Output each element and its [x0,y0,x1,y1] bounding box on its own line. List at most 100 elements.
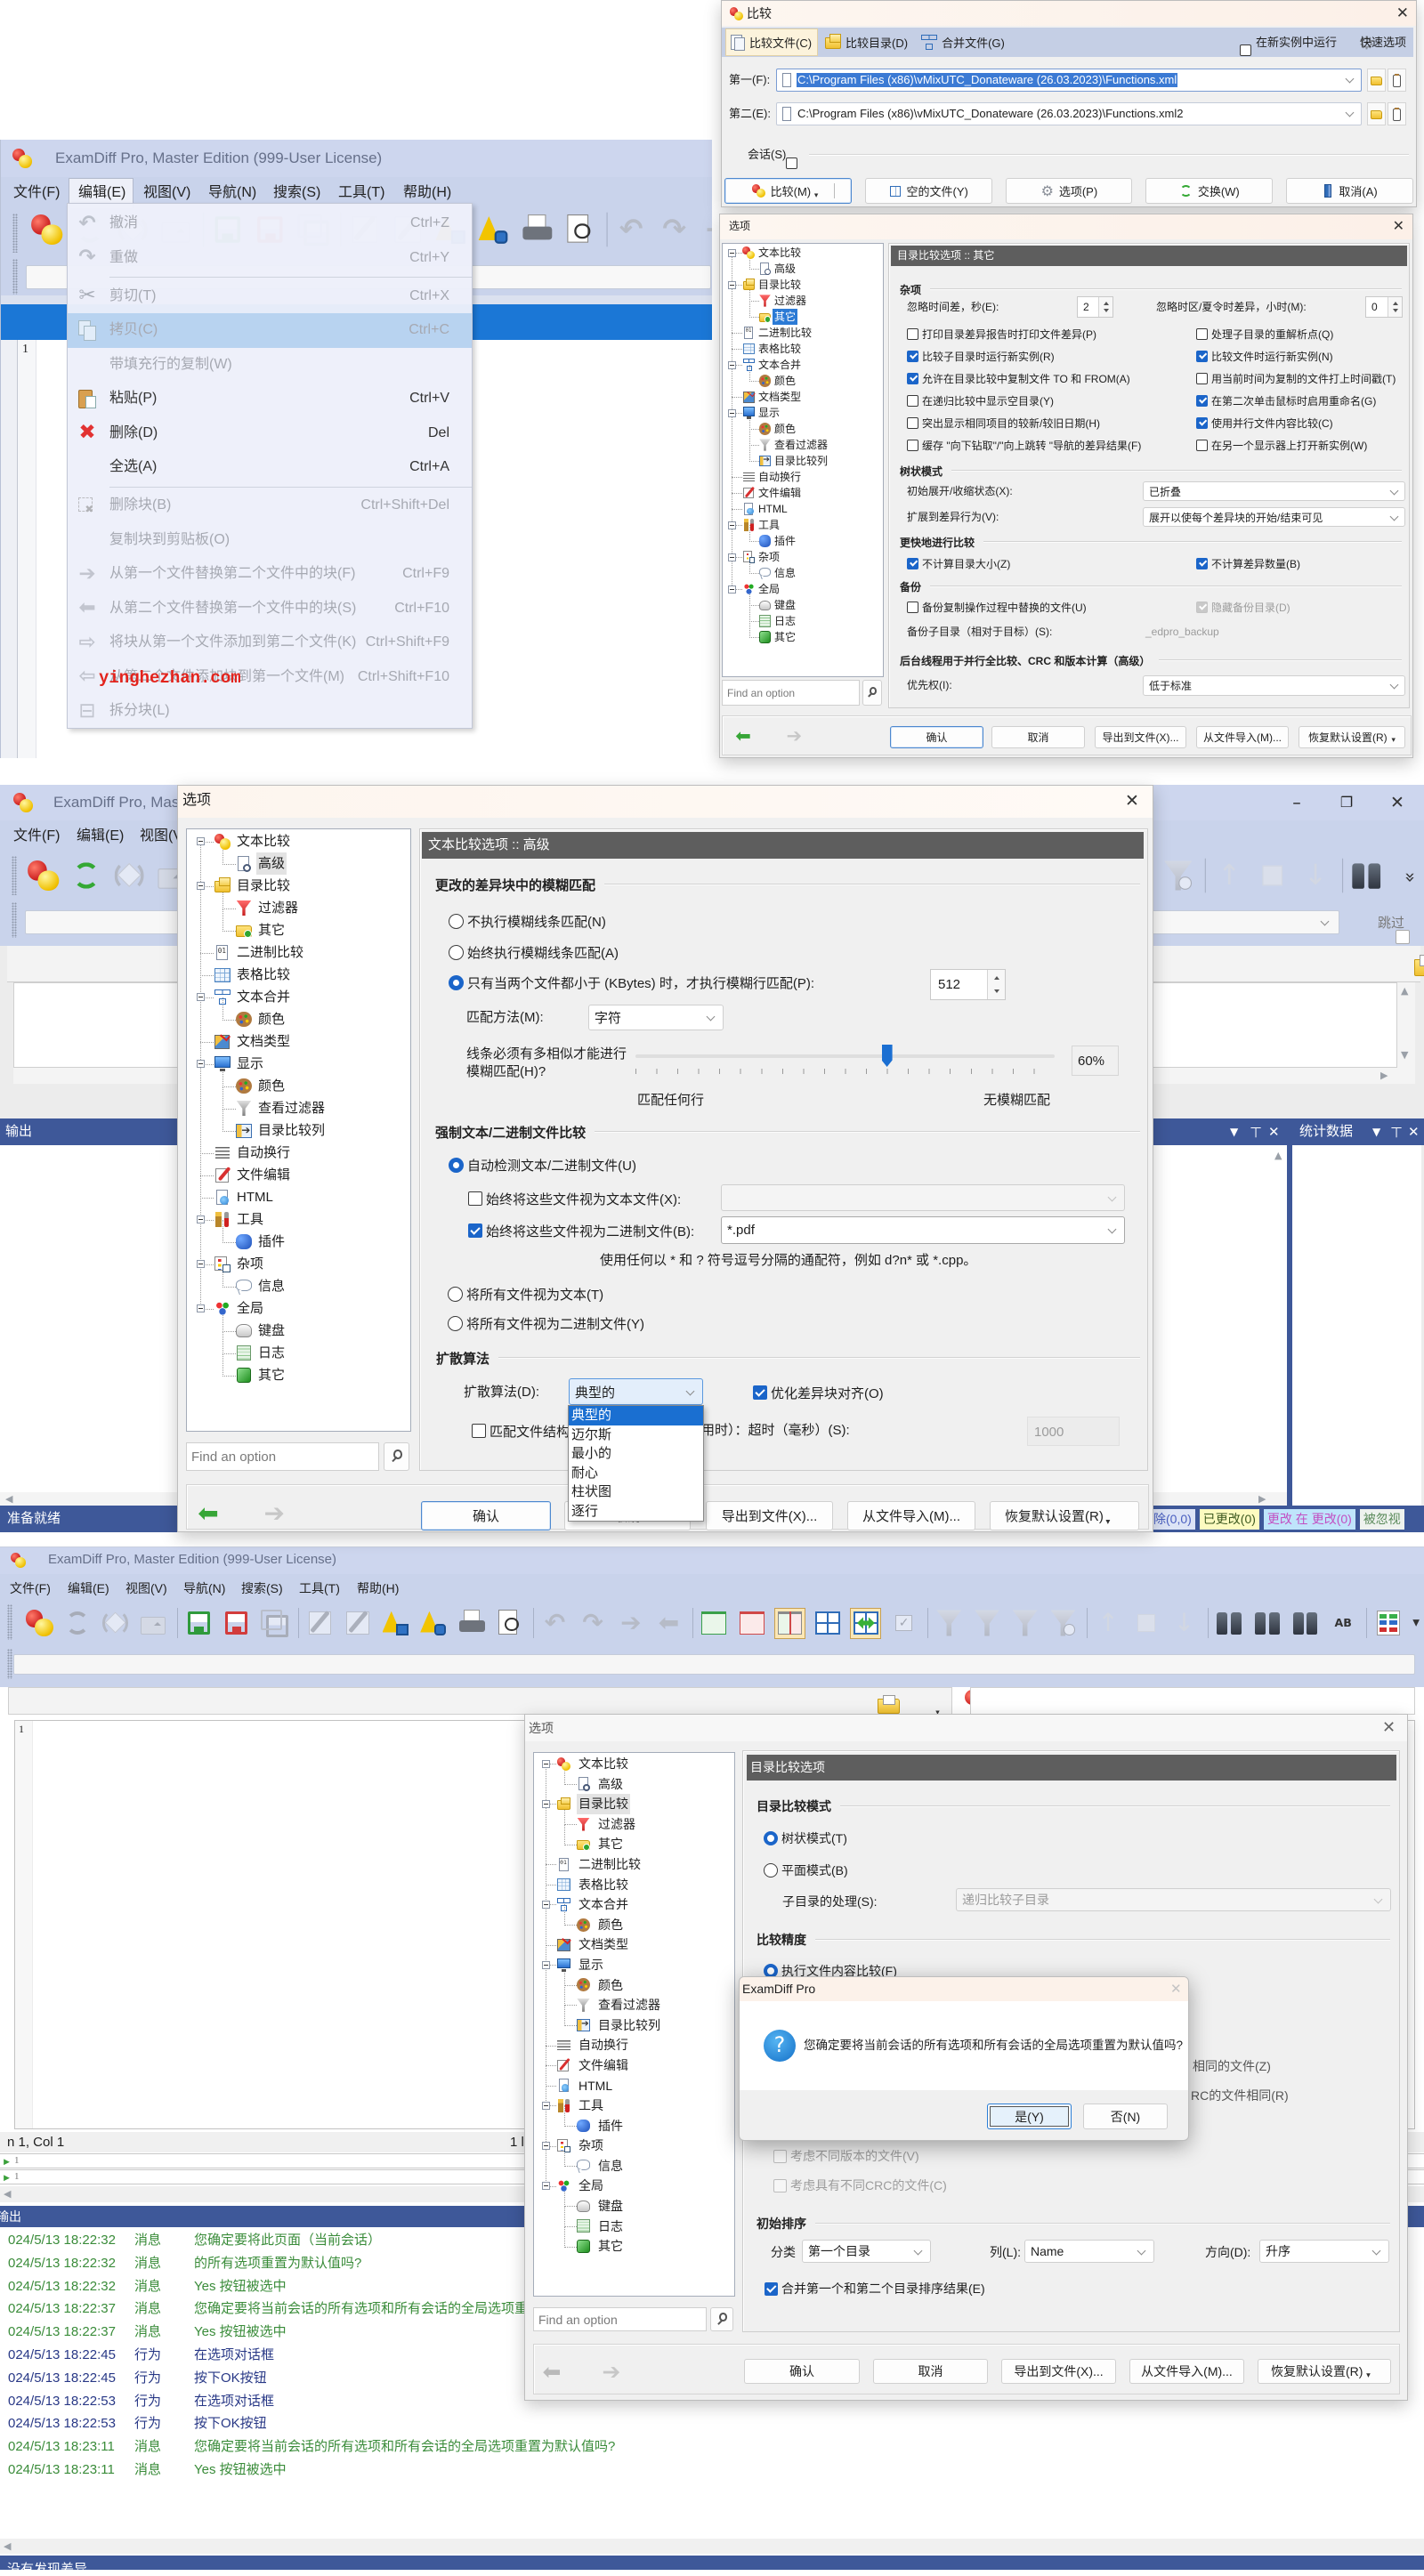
tree-item[interactable]: 目录比较 [187,875,410,897]
scroll-down-icon[interactable]: ▼ [1401,1050,1408,1061]
tree-item[interactable]: 颜色 [187,997,410,1030]
radio-button[interactable] [449,1157,464,1173]
checkbox-icon[interactable] [889,1609,918,1638]
tree-item[interactable]: 颜色 [723,413,883,437]
export-button[interactable]: 导出到文件(X)... [1001,2359,1116,2384]
tree-item[interactable]: 文本比较 [723,245,883,261]
edit-first-icon[interactable] [305,1609,335,1638]
collapse-toggle-icon[interactable] [727,553,736,561]
tree-item[interactable]: 高级 [187,841,410,875]
menu-bar-item[interactable]: 搜索(S) [233,1577,291,1600]
show-second-pane-icon[interactable] [737,1609,766,1638]
tree-item[interactable]: 查看过滤器 [187,1086,410,1119]
sort-direction-select[interactable]: 升序 [1259,2240,1389,2263]
find-option-button[interactable] [710,2307,733,2331]
match-structure-checkbox[interactable]: 匹配文件结构 [472,1422,570,1440]
menu-item[interactable]: 将块从第一个文件添加到第二个文件(K) Ctrl+Shift+F9 [68,626,472,660]
collapse-toggle-icon[interactable] [541,2182,550,2191]
copy-to-right-icon[interactable] [700,213,712,246]
cancel-button[interactable]: 取消(A) [1286,178,1413,204]
slider-track[interactable] [635,1054,1055,1058]
tree-item[interactable]: 目录比较列 [723,445,883,469]
dropdown-option[interactable]: 典型的 [569,1406,703,1425]
tree-item[interactable]: 其它 [723,301,883,325]
backup-replaced-checkbox[interactable]: 备份复制操作过程中替换的文件(U) [907,600,1087,614]
panel-menu-icon[interactable]: ▼ [1372,1118,1380,1145]
tree-item[interactable]: 文档类型 [723,389,883,405]
pane-folder-icon[interactable] [1413,953,1424,980]
dropdown-arrow-icon[interactable] [1412,1609,1420,1638]
dropdown-option[interactable]: 柱状图 [569,1482,703,1502]
edit-second-icon[interactable] [344,1609,373,1638]
browse-first-button[interactable] [1367,69,1386,92]
paste-second-button[interactable] [1388,102,1406,125]
checkbox-box[interactable] [907,416,918,429]
close-panel-button[interactable] [1408,1118,1420,1145]
radio-button[interactable] [449,974,464,990]
redo-icon[interactable] [578,1609,608,1638]
overflow-chevron-icon[interactable] [1402,868,1420,887]
save-first-icon[interactable] [184,1609,214,1638]
cancel-button[interactable]: 取消 [991,726,1085,748]
tree-item[interactable]: 文本比较 [534,1754,734,1774]
reset-defaults-button[interactable]: 恢复默认设置(R) [1258,2359,1391,2384]
tree-item[interactable]: 插件 [187,1219,410,1253]
collapse-toggle-icon[interactable] [541,1759,550,1768]
checkbox-box[interactable] [907,350,918,362]
arrow-back-icon[interactable] [194,1500,222,1527]
option-checkbox[interactable]: 打印目录差异报告时打印文件差异(P) [907,323,1141,345]
tree-item[interactable]: 自动换行 [187,1142,410,1164]
compare-mode-tab[interactable]: 比较文件(C) [725,28,819,56]
checkbox-box[interactable] [907,439,918,451]
tree-item[interactable]: 颜色 [187,1063,410,1097]
checkbox-box[interactable] [907,394,918,407]
swap-button[interactable]: 交换(W) [1145,178,1274,204]
import-button[interactable]: 从文件导入(M)... [847,1501,975,1530]
tree-item[interactable]: 信息 [723,557,883,581]
swap-icon[interactable] [113,859,146,892]
tree-item[interactable]: 其它 [723,621,883,645]
menu-item[interactable]: 粘贴(P) Ctrl+V [68,382,472,416]
tree-item[interactable]: 全局 [534,2176,734,2196]
ok-button[interactable]: 确认 [890,726,983,748]
checkbox-box[interactable] [1196,372,1208,384]
menu-item[interactable]: 从第二个文件替换第一个文件中的块(S) Ctrl+F10 [68,592,472,626]
tree-item[interactable]: 过滤器 [187,885,410,919]
prev-diff-icon[interactable] [1212,859,1245,892]
menu-bar-item[interactable]: 文件(F) [2,1577,60,1600]
export-button[interactable]: 导出到文件(X)... [706,1501,833,1530]
reset-defaults-button[interactable]: 恢复默认设置(R) [990,1501,1139,1530]
compare-button[interactable]: 比较(M) [724,178,852,204]
collapse-toggle-icon[interactable] [727,521,736,529]
tree-item[interactable]: 高级 [534,1764,734,1795]
scroll-left-icon[interactable]: ◀ [4,2189,11,2200]
tree-item[interactable]: 文本合并 [187,986,410,1008]
undo-icon[interactable] [540,1609,570,1638]
scroll-left-icon[interactable]: ◀ [5,1494,12,1505]
dropdown-arrow-icon[interactable] [812,190,821,204]
tree-item[interactable]: 插件 [534,2105,734,2136]
paste-first-button[interactable] [1388,69,1406,92]
reset-defaults-button[interactable]: 恢复默认设置(R) [1299,726,1405,748]
option-checkbox[interactable]: 处理子目录的重解析点(Q) [1196,323,1396,345]
menu-bar-item[interactable]: 编辑(E) [67,821,130,852]
option-checkbox[interactable]: 在另一个显示器上打开新实例(W) [1196,434,1396,456]
first-file-input[interactable]: C:\Program Files (x86)\vMixUTC_Donatewar… [776,69,1362,92]
close-panel-button[interactable] [1268,1118,1280,1145]
current-diff-icon[interactable] [1256,859,1289,892]
tree-mode-radio[interactable]: 树状模式(T) [764,1829,847,1847]
checkbox-box[interactable] [907,372,918,384]
collapse-toggle-icon[interactable] [727,408,736,417]
radio-button[interactable] [448,1315,463,1331]
tree-item[interactable]: 过滤器 [723,285,883,309]
radio-button[interactable] [764,1831,778,1845]
diff-algorithm-select[interactable]: 典型的 [569,1378,703,1405]
fuzzy-size-limited-radio[interactable]: 只有当两个文件都小于 (KBytes) 时，才执行模糊行匹配(P): [449,973,814,991]
checkbox-box[interactable] [1196,416,1208,429]
treat-as-binary-checkbox[interactable]: 始终将这些文件视为二进制文件(B): [468,1222,694,1240]
menu-item[interactable]: 带填充行的复制(W) [68,348,472,383]
tree-item[interactable]: 日志 [723,605,883,629]
tree-item[interactable]: 显示 [723,405,883,421]
funnel-view-icon[interactable] [1048,1609,1078,1638]
option-checkbox[interactable]: 在第二次单击鼠标时启用重命名(G) [1196,390,1396,412]
